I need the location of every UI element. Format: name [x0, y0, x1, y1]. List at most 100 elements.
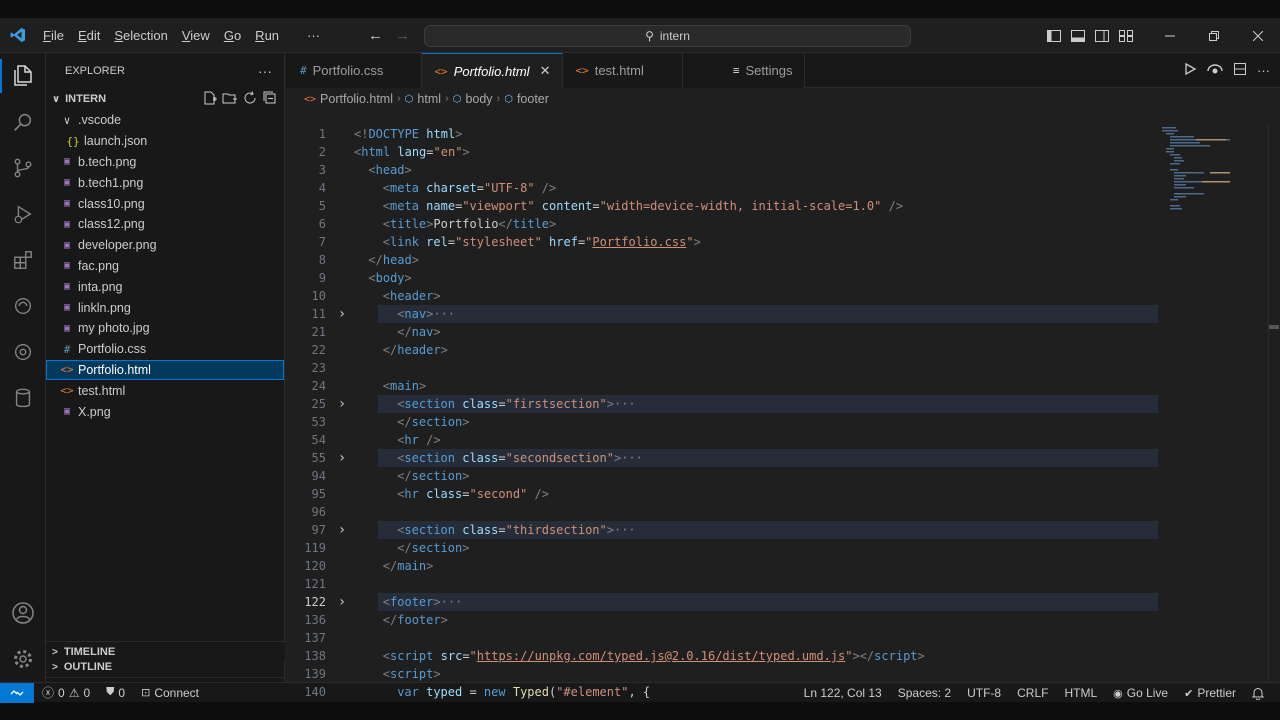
notifications-icon[interactable] [1244, 683, 1272, 703]
copilot-icon[interactable] [0, 329, 46, 375]
remote-explorer-icon[interactable] [0, 283, 46, 329]
more-actions-icon[interactable]: ··· [1257, 63, 1270, 78]
prettier-button[interactable]: ✔ Prettier [1176, 683, 1244, 703]
cursor-position[interactable]: Ln 122, Col 13 [796, 683, 890, 703]
html-brackets-icon: <> [60, 363, 74, 377]
code-token: Portfolio.css [592, 235, 687, 249]
tree-item[interactable]: ▣ X.png [46, 401, 284, 422]
code-token: section [404, 397, 455, 411]
code-token: < [382, 181, 391, 195]
tree-item[interactable]: ∨ .vscode [46, 110, 284, 131]
connect-status[interactable]: ⊡ Connect [133, 683, 207, 703]
extensions-icon[interactable] [0, 237, 46, 283]
menu-item-view[interactable]: View [175, 18, 217, 53]
tree-item[interactable]: <> Portfolio.html [46, 359, 284, 381]
breadcrumb-item[interactable]: footer [517, 92, 549, 106]
new-file-icon[interactable] [202, 90, 218, 109]
tree-item[interactable]: ▣ class12.png [46, 214, 284, 235]
refresh-icon[interactable] [242, 90, 258, 109]
indentation[interactable]: Spaces: 2 [890, 683, 959, 703]
timeline-header[interactable]: > TIMELINE [46, 641, 285, 662]
end-of-line[interactable]: CRLF [1009, 683, 1056, 703]
toggle-secondary-sidebar-icon[interactable] [1090, 18, 1114, 53]
code-editor[interactable]: 1 <!DOCTYPE html> 2 <html lang="en"> 3 <head>… [286, 125, 1158, 701]
tree-item[interactable]: ▣ b.tech.png [46, 152, 284, 173]
minimize-icon[interactable] [1148, 18, 1192, 53]
toggle-primary-sidebar-icon[interactable] [1042, 18, 1066, 53]
code-token: charset [426, 181, 477, 195]
tree-item[interactable]: ▣ my photo.jpg [46, 318, 284, 339]
collapse-all-icon[interactable] [262, 90, 278, 109]
tree-item[interactable]: {} launch.json [46, 131, 284, 152]
tree-item[interactable]: ▣ inta.png [46, 276, 284, 297]
code-text: <nav>··· [354, 307, 455, 321]
element-icon: ⬡ [504, 93, 513, 105]
breadcrumb-item[interactable]: body [465, 92, 492, 106]
menu-item-file[interactable]: File [36, 18, 71, 53]
code-line: 121 [286, 575, 1156, 593]
tree-item[interactable]: ▣ linkln.png [46, 297, 284, 318]
run-icon[interactable] [1183, 62, 1197, 79]
source-control-icon[interactable] [0, 145, 46, 191]
gear-icon[interactable] [0, 636, 46, 682]
database-icon[interactable] [0, 375, 46, 421]
accounts-icon[interactable] [0, 590, 46, 636]
code-line: 8 </head> [286, 251, 1156, 269]
fold-chevron-icon[interactable]: › [330, 450, 354, 466]
remote-indicator-icon[interactable] [0, 682, 34, 703]
tab-settings[interactable]: ≡ Settings [682, 53, 806, 88]
preview-icon[interactable] [1207, 62, 1223, 79]
menu-more-icon[interactable]: ··· [300, 18, 327, 53]
folder-header-intern[interactable]: ∨ INTERN [46, 88, 284, 110]
tree-item[interactable]: ▣ class10.png [46, 193, 284, 214]
language-mode[interactable]: HTML [1056, 683, 1105, 703]
fold-chevron-icon[interactable]: › [330, 306, 354, 322]
tree-item-label: fac.png [78, 258, 120, 273]
split-editor-icon[interactable] [1233, 62, 1247, 79]
tree-item[interactable]: ▣ developer.png [46, 235, 284, 256]
scrollbar-thumb[interactable] [1269, 325, 1279, 329]
run-debug-icon[interactable] [0, 191, 46, 237]
tree-item[interactable]: ▣ b.tech1.png [46, 172, 284, 193]
ports-status[interactable]: ⛊ 0 [98, 683, 133, 703]
tree-item[interactable]: # Portfolio.css [46, 339, 284, 360]
encoding[interactable]: UTF-8 [959, 683, 1009, 703]
tab-portfolio-css[interactable]: # Portfolio.css [286, 53, 423, 88]
tree-item-label: test.html [78, 383, 126, 398]
menu-item-selection[interactable]: Selection [107, 18, 174, 53]
minimap[interactable] [1156, 125, 1266, 215]
fold-chevron-icon[interactable]: › [330, 396, 354, 412]
forward-arrow-icon[interactable]: → [395, 27, 410, 44]
new-folder-icon[interactable] [222, 90, 238, 109]
tab-portfolio-html[interactable]: <> Portfolio.html ✕ [422, 53, 564, 88]
toggle-panel-icon[interactable] [1066, 18, 1090, 53]
search-icon[interactable] [0, 99, 46, 145]
customize-layout-icon[interactable] [1114, 18, 1138, 53]
menu-item-go[interactable]: Go [217, 18, 248, 53]
menu-item-edit[interactable]: Edit [71, 18, 107, 53]
breadcrumb-chevron-icon: › [445, 93, 449, 105]
fold-chevron-icon[interactable]: › [330, 594, 354, 610]
code-token: = [592, 199, 600, 213]
code-line: 94 </section> [286, 467, 1156, 485]
tree-item-label: X.png [78, 404, 111, 419]
restore-icon[interactable] [1192, 18, 1236, 53]
explorer-more-icon[interactable]: ··· [258, 63, 272, 79]
tab-test-html[interactable]: <> test.html [563, 53, 683, 88]
close-window-icon[interactable] [1236, 18, 1280, 53]
menu-item-run[interactable]: Run [248, 18, 286, 53]
tree-item[interactable]: ▣ fac.png [46, 256, 284, 277]
go-live-button[interactable]: ◉ Go Live [1105, 683, 1176, 703]
fold-chevron-icon[interactable]: › [330, 522, 354, 538]
breadcrumb-item[interactable]: Portfolio.html [320, 92, 393, 106]
editor-scrollbar[interactable] [1268, 125, 1280, 682]
close-icon[interactable]: ✕ [540, 63, 551, 79]
breadcrumb-item[interactable]: html [417, 92, 441, 106]
problems-status[interactable]: ⓧ 0 ⚠ 0 [34, 683, 98, 703]
code-token: main [390, 379, 419, 393]
code-token: , { [628, 685, 651, 699]
command-center-search[interactable]: ⚲ intern [424, 25, 911, 47]
explorer-icon[interactable] [0, 53, 46, 99]
tree-item[interactable]: <> test.html [46, 380, 284, 401]
back-arrow-icon[interactable]: ← [368, 27, 383, 44]
